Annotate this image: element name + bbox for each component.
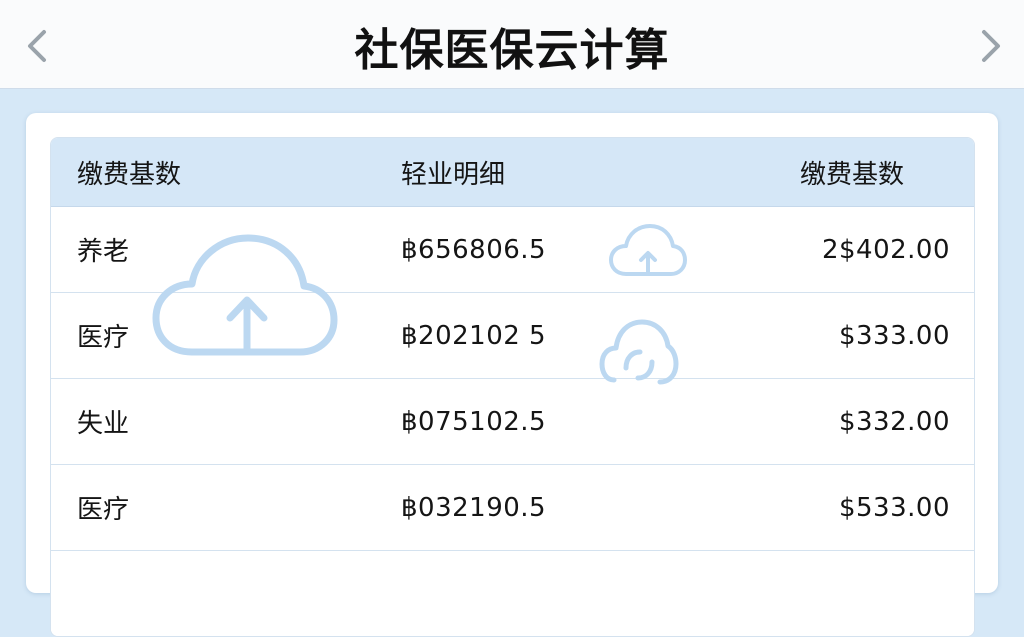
row-detail: ฿075102.5 [401, 406, 547, 437]
row-name: 医疗 [77, 323, 130, 353]
column-header-detail: 轻业明细 [401, 159, 506, 190]
row-detail: ฿202102 5 [401, 320, 547, 351]
row-detail: ฿656806.5 [401, 234, 547, 265]
table-header: 缴费基数 轻业明细 缴费基数 [51, 138, 974, 207]
row-detail: ฿032190.5 [401, 492, 547, 523]
row-name: 失业 [77, 409, 130, 439]
table-row[interactable]: 医疗 ฿202102 5 $333.00 [51, 293, 974, 379]
app-header: 社保医保云计算 [0, 0, 1024, 89]
page-title: 社保医保云计算 [354, 25, 670, 76]
row-amount: 2$402.00 [821, 234, 950, 265]
table-row[interactable]: 失业 ฿075102.5 $332.00 [51, 379, 974, 465]
row-name: 养老 [77, 237, 130, 267]
table-row[interactable]: 医疗 ฿032190.5 $533.00 [51, 465, 974, 551]
row-amount: $533.00 [838, 492, 950, 523]
table-row[interactable]: 养老 ฿656806.5 2$402.00 [51, 207, 974, 293]
column-header-amount: 缴费基数 [799, 159, 904, 190]
row-amount: $332.00 [838, 406, 950, 437]
table-row-partial [51, 551, 974, 636]
chevron-right-icon[interactable] [970, 24, 1010, 68]
row-amount: $333.00 [838, 320, 950, 351]
contribution-table: 缴费基数 轻业明细 缴费基数 养老 ฿656806.5 2$402.00 医疗 … [50, 137, 975, 637]
column-header-base: 缴费基数 [77, 159, 182, 190]
row-name: 医疗 [77, 495, 130, 525]
content-card: 缴费基数 轻业明细 缴费基数 养老 ฿656806.5 2$402.00 医疗 … [26, 113, 998, 637]
